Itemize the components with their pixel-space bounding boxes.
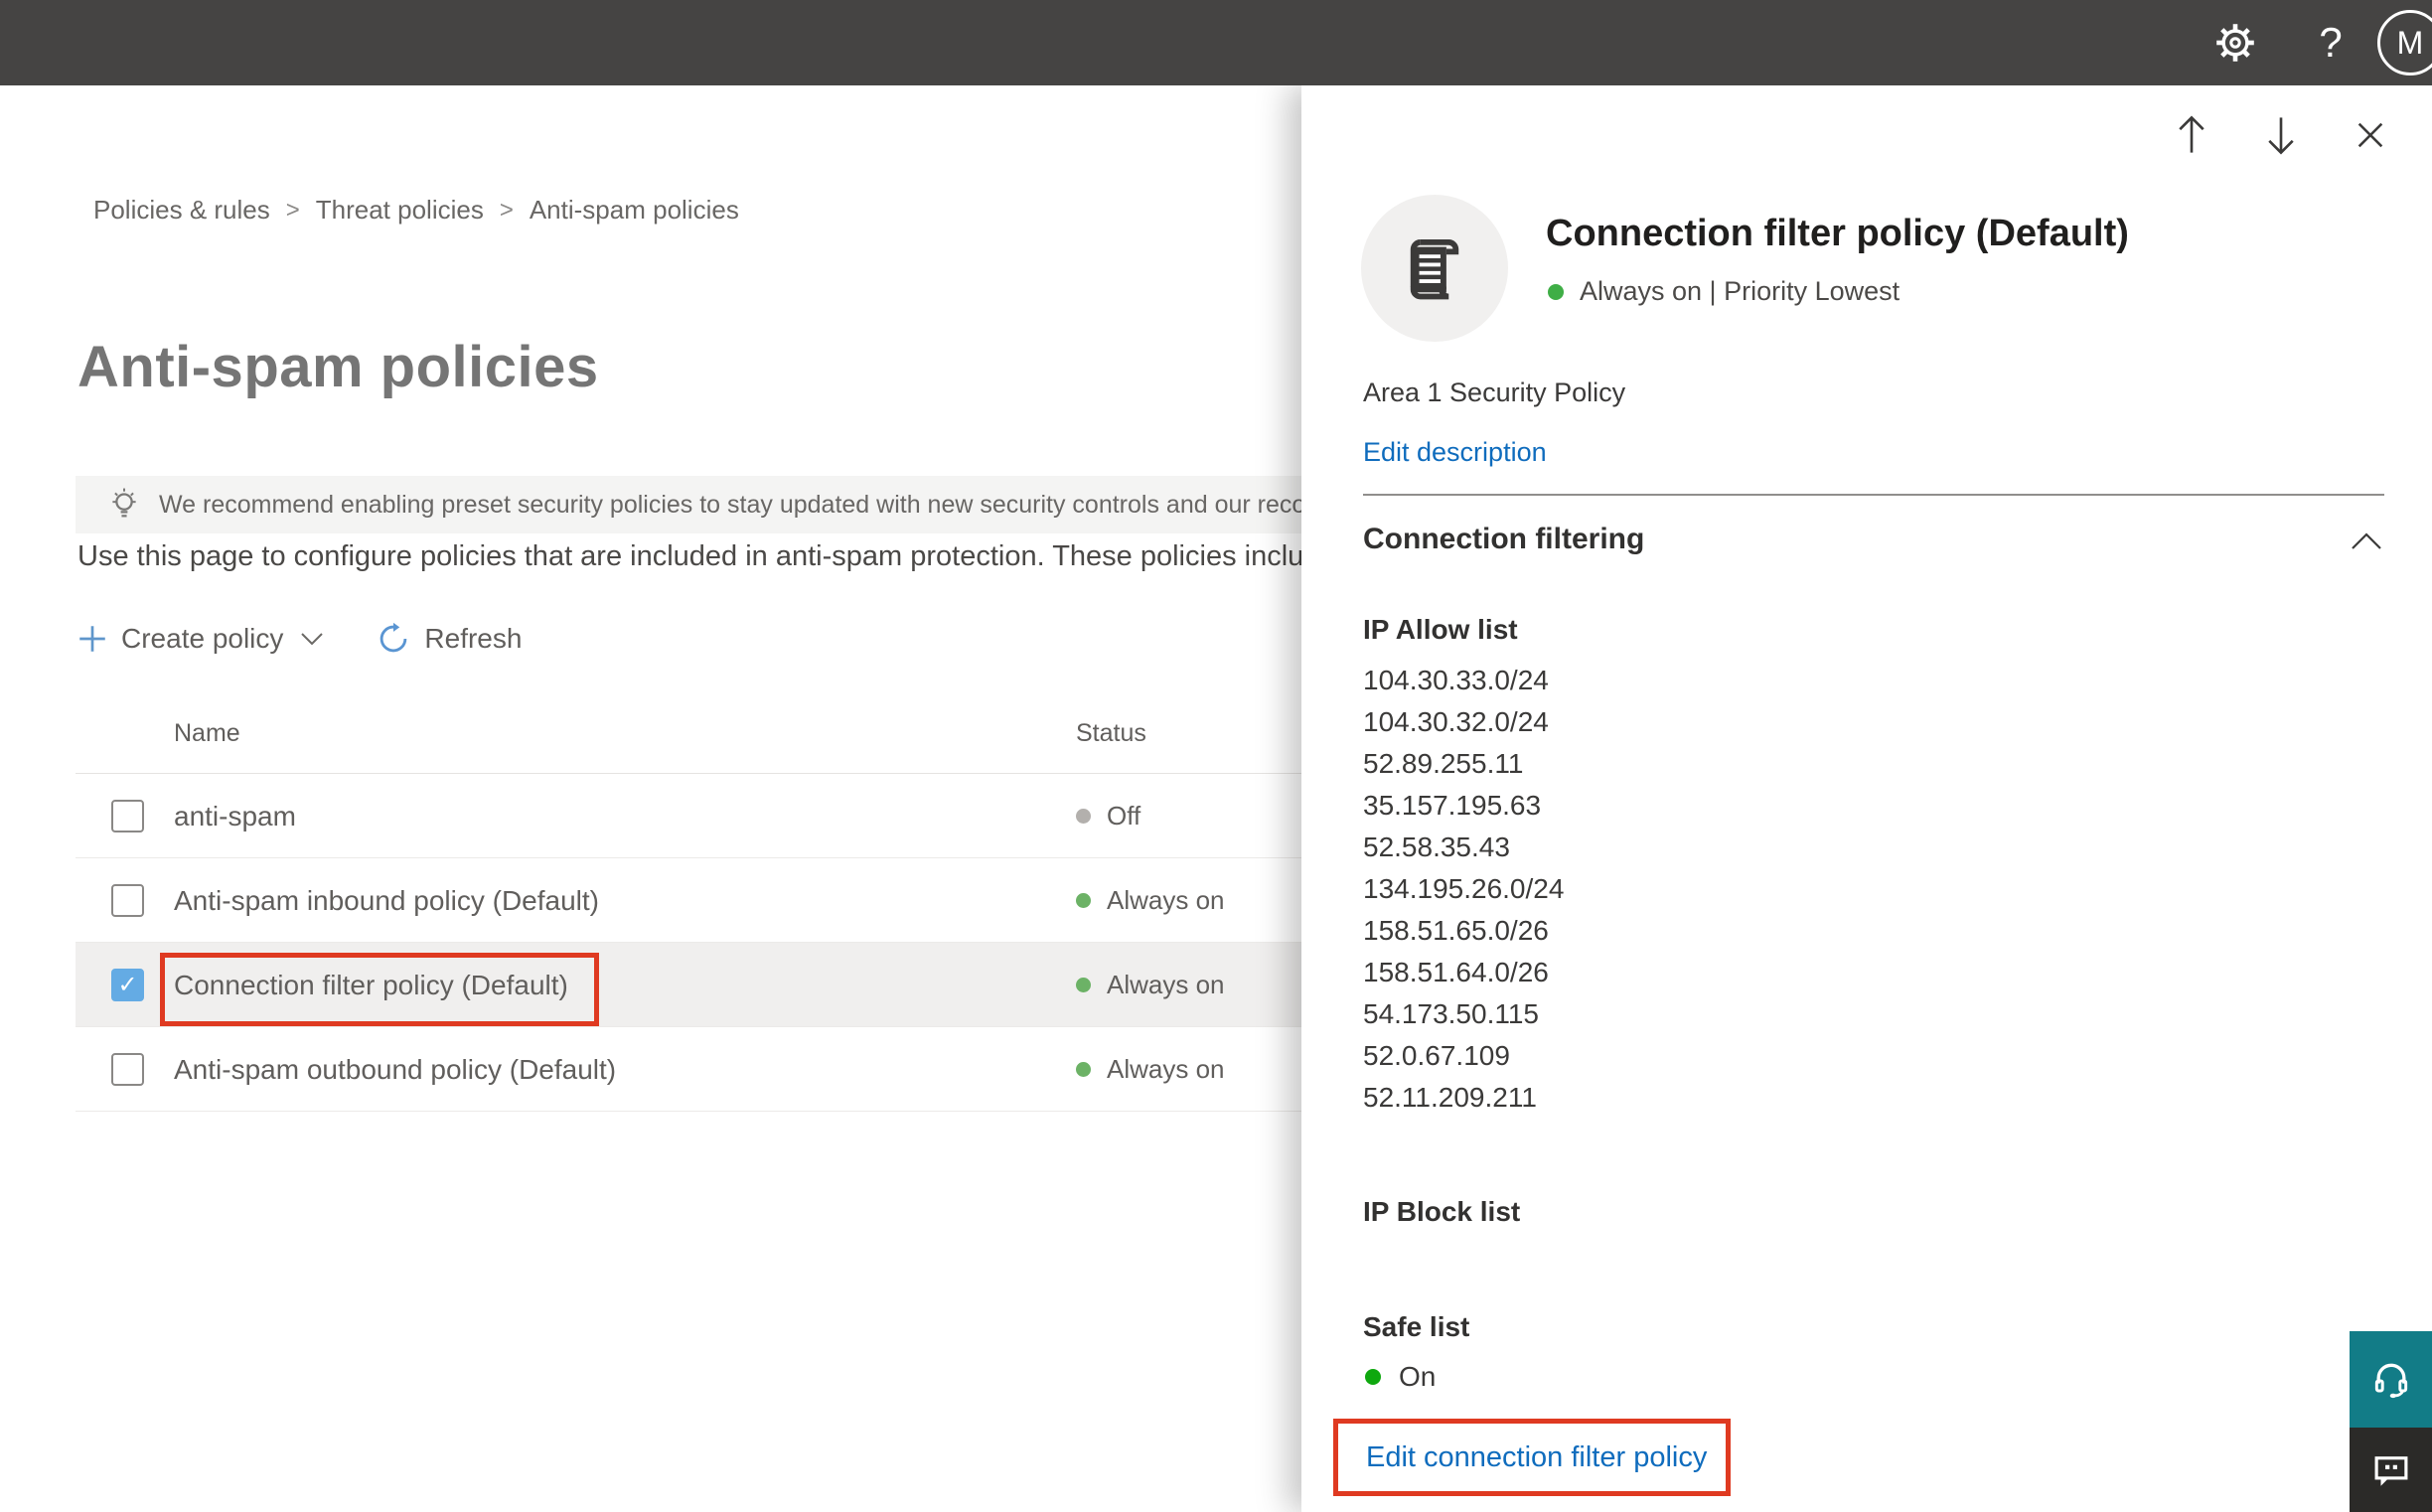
help-icon: ? xyxy=(2319,19,2343,66)
status-cell: Always on xyxy=(1076,1027,1225,1112)
breadcrumb-policies-rules[interactable]: Policies & rules xyxy=(93,195,270,226)
table-row-selected[interactable]: ✓ Connection filter policy (Default) Alw… xyxy=(76,943,1301,1027)
refresh-icon xyxy=(377,622,410,656)
help-button[interactable]: ? xyxy=(2299,0,2362,85)
ip-entry: 104.30.32.0/24 xyxy=(1363,706,1549,737)
page-title: Anti-spam policies xyxy=(77,335,599,399)
ip-entry: 35.157.195.63 xyxy=(1363,790,1542,821)
breadcrumb: Policies & rules > Threat policies > Ant… xyxy=(93,195,739,226)
divider xyxy=(1363,494,2384,496)
ip-entry: 52.11.209.211 xyxy=(1363,1082,1537,1113)
ip-entry: 158.51.65.0/26 xyxy=(1363,915,1549,946)
refresh-button[interactable]: Refresh xyxy=(424,623,522,655)
create-policy-button[interactable]: Create policy xyxy=(121,623,283,655)
feedback-button[interactable] xyxy=(2350,1428,2432,1512)
flyout-status: Always on | Priority Lowest xyxy=(1548,276,1900,307)
policy-description: Area 1 Security Policy xyxy=(1363,378,1626,407)
annotation-highlight-box: Edit connection filter policy xyxy=(1333,1419,1731,1496)
next-item-button[interactable] xyxy=(2259,113,2303,157)
ip-entry: 52.89.255.11 xyxy=(1363,748,1524,779)
breadcrumb-anti-spam-policies[interactable]: Anti-spam policies xyxy=(530,195,739,226)
policy-details-flyout: Connection filter policy (Default) Alway… xyxy=(1301,85,2432,1512)
chevron-down-icon[interactable] xyxy=(299,630,325,648)
status-dot-on xyxy=(1076,893,1091,908)
status-label: Always on xyxy=(1107,885,1225,915)
feedback-icon xyxy=(2370,1449,2412,1491)
toolbar: Create policy Refresh xyxy=(77,612,522,666)
policy-name[interactable]: Anti-spam inbound policy (Default) xyxy=(174,858,599,943)
close-button[interactable] xyxy=(2349,113,2392,157)
table-row[interactable]: anti-spam Off xyxy=(76,774,1301,858)
ip-entry: 52.58.35.43 xyxy=(1363,832,1510,862)
column-header-status: Status xyxy=(1076,719,1146,747)
account-button[interactable]: M xyxy=(2370,0,2432,85)
plus-icon xyxy=(77,624,107,654)
arrow-up-icon xyxy=(2174,113,2209,157)
table-row[interactable]: Anti-spam outbound policy (Default) Alwa… xyxy=(76,1027,1301,1112)
arrow-down-icon xyxy=(2263,113,2299,157)
close-icon xyxy=(2354,118,2387,152)
status-cell: Always on xyxy=(1076,943,1225,1027)
screen: ? M Policies & rules > Threat policies >… xyxy=(0,0,2432,1512)
avatar: M xyxy=(2377,10,2432,76)
ip-entry: 134.195.26.0/24 xyxy=(1363,873,1565,904)
edit-description-link[interactable]: Edit description xyxy=(1363,437,1547,468)
headset-icon xyxy=(2369,1358,2413,1402)
safe-list-heading: Safe list xyxy=(1363,1311,1470,1342)
status-dot-off xyxy=(1076,809,1091,824)
table-row[interactable]: Anti-spam inbound policy (Default) Alway… xyxy=(76,858,1301,943)
policy-icon-circle xyxy=(1361,195,1508,342)
status-dot-on xyxy=(1548,283,1564,300)
table-header: Name Status xyxy=(76,697,1301,773)
support-button[interactable] xyxy=(2350,1331,2432,1428)
gear-icon xyxy=(2212,20,2258,66)
flyout-nav xyxy=(2170,113,2392,157)
row-checkbox[interactable] xyxy=(111,884,144,917)
column-header-name: Name xyxy=(174,719,240,747)
safe-list-status-text: On xyxy=(1399,1361,1437,1392)
status-dot-on xyxy=(1076,978,1091,992)
ip-entry: 54.173.50.115 xyxy=(1363,998,1539,1029)
status-label: Always on xyxy=(1107,970,1225,999)
row-checkbox-checked[interactable]: ✓ xyxy=(111,969,144,1001)
avatar-initial: M xyxy=(2396,24,2424,61)
settings-button[interactable] xyxy=(2200,0,2271,85)
safe-list-status: On xyxy=(1365,1361,1436,1393)
lightbulb-icon xyxy=(107,486,141,524)
ip-allow-list-heading: IP Allow list xyxy=(1363,614,1518,645)
ip-entry: 158.51.64.0/26 xyxy=(1363,957,1549,987)
policy-name[interactable]: anti-spam xyxy=(174,774,296,858)
banner-text: We recommend enabling preset security po… xyxy=(159,490,1301,519)
check-icon: ✓ xyxy=(117,972,138,998)
row-checkbox[interactable] xyxy=(111,800,144,832)
chevron-up-icon xyxy=(2349,530,2384,552)
status-cell: Off xyxy=(1076,774,1140,858)
edit-connection-filter-policy-link[interactable]: Edit connection filter policy xyxy=(1366,1441,1707,1474)
row-checkbox[interactable] xyxy=(111,1053,144,1086)
collapse-section-button[interactable] xyxy=(2347,525,2386,558)
ip-allow-list: 104.30.33.0/24 104.30.32.0/24 52.89.255.… xyxy=(1363,660,1564,1119)
status-dot-on xyxy=(1365,1369,1381,1385)
status-dot-on xyxy=(1076,1062,1091,1077)
policy-scroll-icon xyxy=(1397,230,1472,306)
policy-name[interactable]: Anti-spam outbound policy (Default) xyxy=(174,1027,616,1112)
status-cell: Always on xyxy=(1076,858,1225,943)
ip-entry: 104.30.33.0/24 xyxy=(1363,665,1549,695)
ip-entry: 52.0.67.109 xyxy=(1363,1040,1510,1071)
divider xyxy=(76,1111,1301,1112)
breadcrumb-separator-icon: > xyxy=(499,196,514,224)
section-title-connection-filtering: Connection filtering xyxy=(1363,523,1645,555)
ip-block-list-heading: IP Block list xyxy=(1363,1196,1521,1227)
breadcrumb-separator-icon: > xyxy=(285,196,300,224)
page-description: Use this page to configure policies that… xyxy=(77,540,1301,572)
topbar: ? M xyxy=(0,0,2432,85)
previous-item-button[interactable] xyxy=(2170,113,2213,157)
flyout-title: Connection filter policy (Default) xyxy=(1546,213,2129,254)
status-label: Always on xyxy=(1107,1054,1225,1084)
status-label: Off xyxy=(1107,801,1141,831)
flyout-status-text: Always on | Priority Lowest xyxy=(1580,276,1900,306)
breadcrumb-threat-policies[interactable]: Threat policies xyxy=(316,195,484,226)
recommendation-banner: We recommend enabling preset security po… xyxy=(76,476,1301,533)
policy-name[interactable]: Connection filter policy (Default) xyxy=(174,943,568,1027)
